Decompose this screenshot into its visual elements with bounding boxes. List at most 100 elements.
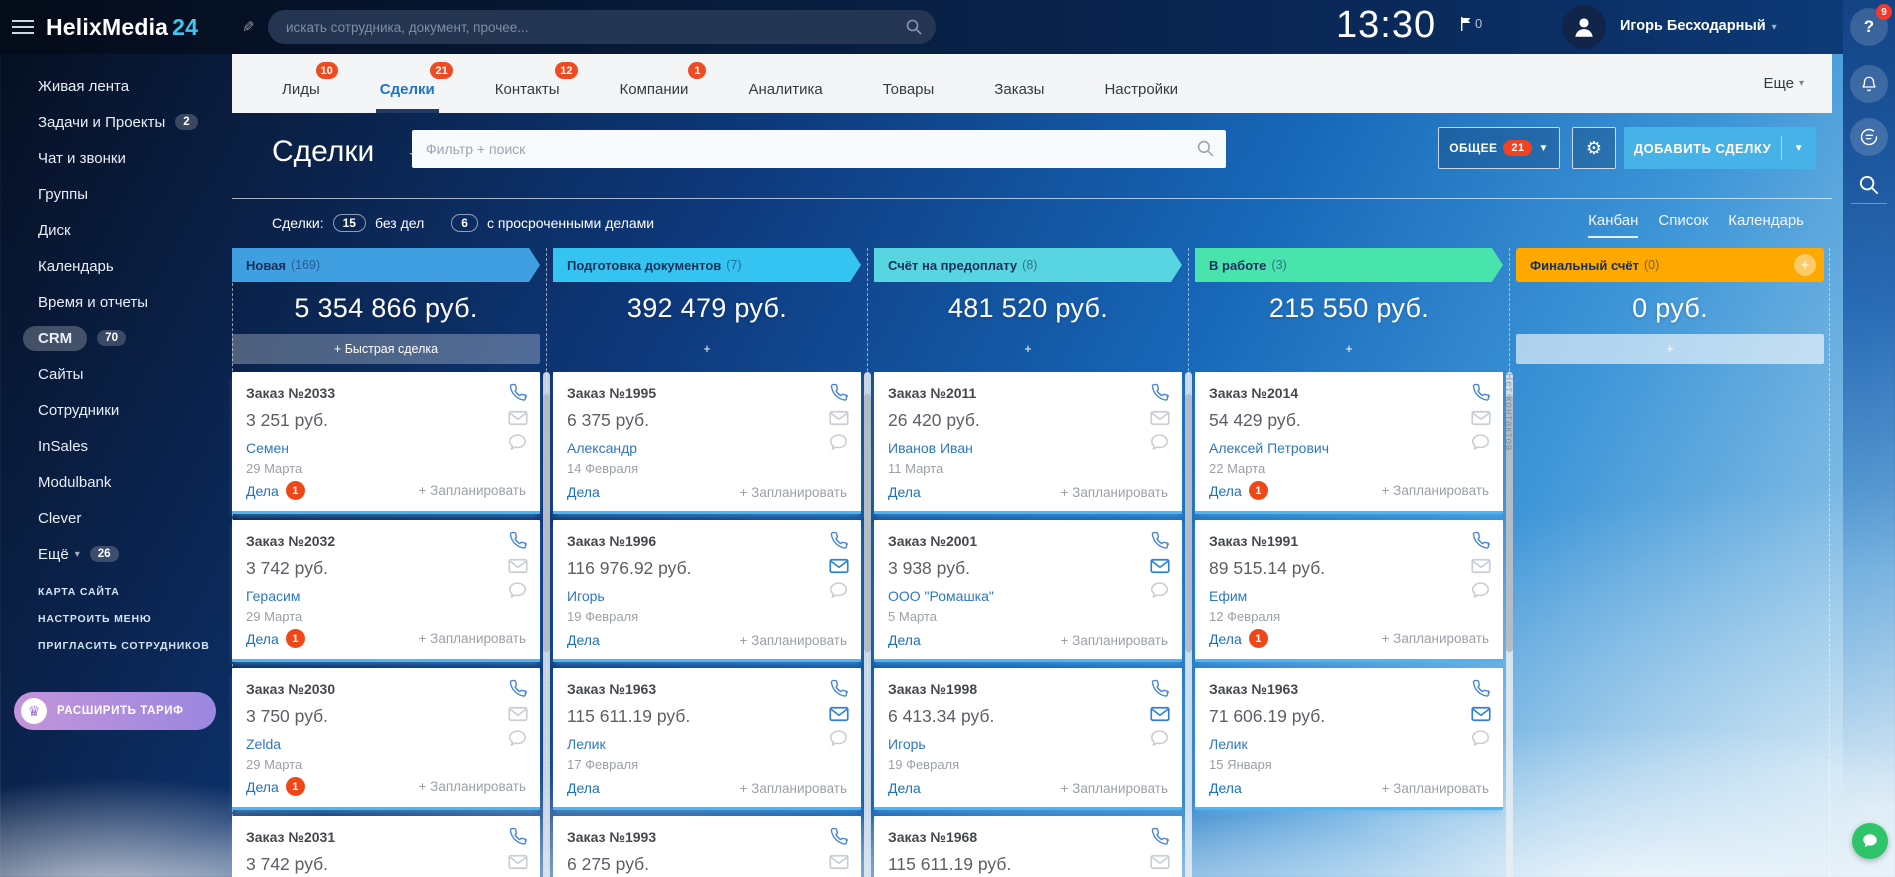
sidebar-item[interactable]: Группы	[38, 176, 198, 212]
deal-client-link[interactable]: Лелик	[1209, 736, 1489, 752]
sidebar-item[interactable]: Живая лента	[38, 68, 198, 104]
plan-activity-link[interactable]: + Запланировать	[419, 483, 526, 498]
mail-icon[interactable]	[508, 706, 528, 722]
quick-deal-button[interactable]: +	[874, 334, 1182, 364]
comment-icon[interactable]	[508, 434, 528, 451]
comment-icon[interactable]	[1150, 434, 1170, 451]
sidebar-item[interactable]: InSales	[38, 428, 198, 464]
deal-activities-link[interactable]: Дела	[567, 484, 600, 500]
phone-icon[interactable]	[1150, 827, 1170, 846]
deal-client-link[interactable]: Алексей Петрович	[1209, 440, 1489, 456]
phone-icon[interactable]	[829, 827, 849, 846]
phone-icon[interactable]	[508, 679, 528, 698]
phone-icon[interactable]	[1471, 679, 1491, 698]
plan-activity-link[interactable]: + Запланировать	[1061, 781, 1168, 796]
column-scrollbar[interactable]	[1185, 372, 1192, 877]
overdue-count[interactable]: 6	[451, 214, 478, 232]
user-menu[interactable]: Игорь Бесходарный▾	[1620, 18, 1777, 34]
deal-activities-link[interactable]: Дела1	[246, 777, 305, 796]
sidebar-item[interactable]: CRM70	[38, 320, 198, 356]
deal-client-link[interactable]: Герасим	[246, 588, 526, 604]
plan-activity-link[interactable]: + Запланировать	[1382, 781, 1489, 796]
mail-icon[interactable]	[508, 410, 528, 426]
deal-card[interactable]: Заказ №20323 742 руб.Герасим29 МартаДела…	[232, 520, 540, 662]
mail-icon[interactable]	[1150, 410, 1170, 426]
column-scrollbar[interactable]	[543, 372, 550, 877]
quick-deal-button[interactable]: +	[1516, 334, 1824, 364]
deal-card[interactable]: Заказ №19986 413.34 руб.Игорь19 ФевраляД…	[874, 668, 1182, 810]
plan-activity-link[interactable]: + Запланировать	[1382, 631, 1489, 646]
sidebar-item[interactable]: Modulbank	[38, 464, 198, 500]
sidebar-item[interactable]: Сайты	[38, 356, 198, 392]
plan-activity-link[interactable]: + Запланировать	[1061, 485, 1168, 500]
nav-tab[interactable]: Контакты12	[491, 54, 564, 113]
deal-card[interactable]: Заказ №19936 275 руб.Дела+ Запланировать	[553, 816, 861, 877]
view-tab-item[interactable]: Календарь	[1728, 212, 1804, 238]
sidebar-item[interactable]: Сотрудники	[38, 392, 198, 428]
deal-client-link[interactable]: Лелик	[567, 736, 847, 752]
plan-activity-link[interactable]: + Запланировать	[1061, 633, 1168, 648]
comment-icon[interactable]	[829, 582, 849, 599]
plan-activity-link[interactable]: + Запланировать	[740, 781, 847, 796]
deal-client-link[interactable]: Александр	[567, 440, 847, 456]
notifications-button[interactable]	[1850, 65, 1888, 103]
mail-icon[interactable]	[1150, 706, 1170, 722]
sidebar-item[interactable]: Clever	[38, 500, 198, 536]
deal-client-link[interactable]: Семен	[246, 440, 526, 456]
column-add-button[interactable]: +	[1794, 254, 1816, 276]
deal-activities-link[interactable]: Дела1	[1209, 481, 1268, 500]
chat-history-button[interactable]	[1850, 118, 1888, 156]
plan-activity-link[interactable]: + Запланировать	[740, 485, 847, 500]
deal-client-link[interactable]: ООО "Ромашка"	[888, 588, 1168, 604]
deal-client-link[interactable]: Ефим	[1209, 588, 1489, 604]
plan-activity-link[interactable]: + Запланировать	[419, 779, 526, 794]
mail-icon[interactable]	[829, 854, 849, 870]
nav-tab[interactable]: Лиды10	[278, 54, 324, 113]
sidebar-item[interactable]: Время и отчеты	[38, 284, 198, 320]
help-button[interactable]: ? 9	[1850, 8, 1888, 46]
comment-icon[interactable]	[1471, 434, 1491, 451]
mail-icon[interactable]	[1150, 854, 1170, 870]
mail-icon[interactable]	[1471, 706, 1491, 722]
deal-activities-link[interactable]: Дела	[1209, 780, 1242, 796]
flag-counter[interactable]: 0	[1460, 16, 1482, 31]
menu-hamburger-icon[interactable]	[12, 16, 34, 38]
phone-icon[interactable]	[829, 679, 849, 698]
comment-icon[interactable]	[508, 730, 528, 747]
phone-icon[interactable]	[508, 827, 528, 846]
deal-card[interactable]: Заказ №201126 420 руб.Иванов Иван11 Март…	[874, 372, 1182, 514]
column-header[interactable]: Подготовка документов(7)	[553, 248, 861, 282]
edit-logo-icon[interactable]: ✎	[242, 18, 255, 36]
deal-activities-link[interactable]: Дела	[888, 780, 921, 796]
rail-search-button[interactable]	[1850, 166, 1888, 204]
plan-activity-link[interactable]: + Запланировать	[1382, 483, 1489, 498]
comment-icon[interactable]	[829, 434, 849, 451]
deal-card[interactable]: Заказ №199189 515.14 руб.Ефим12 ФевраляД…	[1195, 520, 1503, 662]
saved-filter-button[interactable]: ОБЩЕЕ 21 ▼	[1438, 127, 1560, 169]
deal-card[interactable]: Заказ №196371 606.19 руб.Лелик15 ЯнваряД…	[1195, 668, 1503, 810]
deal-card[interactable]: Заказ №201454 429 руб.Алексей Петрович22…	[1195, 372, 1503, 514]
nav-tab[interactable]: Сделки21	[376, 54, 439, 113]
live-chat-button[interactable]	[1852, 823, 1888, 859]
phone-icon[interactable]	[1150, 383, 1170, 402]
sidebar-footer-link[interactable]: ПРИГЛАСИТЬ СОТРУДНИКОВ	[38, 640, 210, 652]
phone-icon[interactable]	[1471, 531, 1491, 550]
deal-client-link[interactable]: Zelda	[246, 736, 526, 752]
sidebar-item[interactable]: Чат и звонки	[38, 140, 198, 176]
sidebar-footer-link[interactable]: НАСТРОИТЬ МЕНЮ	[38, 613, 210, 625]
column-header[interactable]: Новая(169)	[232, 248, 540, 282]
deal-card[interactable]: Заказ №20313 742 руб.Дела+ Запланировать	[232, 816, 540, 877]
comment-icon[interactable]	[1150, 730, 1170, 747]
app-logo[interactable]: HelixMedia24	[46, 14, 198, 41]
filter-search-input[interactable]	[426, 141, 1186, 157]
mail-icon[interactable]	[508, 854, 528, 870]
nav-tab[interactable]: Компании1	[616, 54, 693, 113]
quick-deal-button[interactable]: +	[1195, 334, 1503, 364]
comment-icon[interactable]	[1471, 730, 1491, 747]
deal-card[interactable]: Заказ №20013 938 руб.ООО "Ромашка"5 Март…	[874, 520, 1182, 662]
quick-deal-button[interactable]: +	[553, 334, 861, 364]
view-tab-active[interactable]: Канбан	[1588, 212, 1638, 238]
deal-card[interactable]: Заказ №1996116 976.92 руб.Игорь19 Феврал…	[553, 520, 861, 662]
column-header[interactable]: Финальный счёт(0)+	[1516, 248, 1824, 282]
sidebar-item[interactable]: Календарь	[38, 248, 198, 284]
